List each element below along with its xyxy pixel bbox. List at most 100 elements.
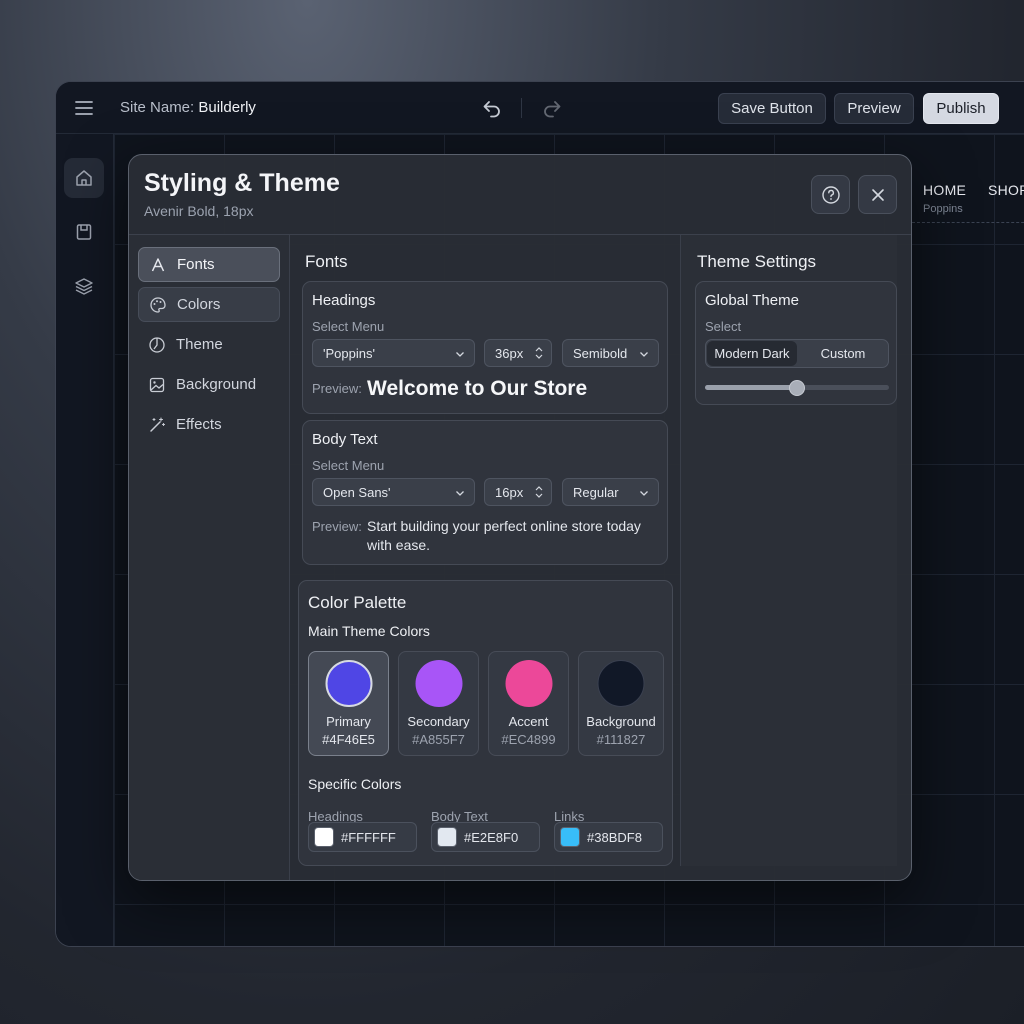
styling-theme-modal: Styling & Theme Avenir Bold, 18px Fonts bbox=[128, 154, 912, 881]
save-button[interactable]: Save Button bbox=[718, 93, 826, 124]
theme-icon bbox=[148, 336, 166, 354]
publish-button[interactable]: Publish bbox=[923, 93, 999, 124]
body-select-label: Select Menu bbox=[312, 458, 385, 473]
theme-settings-panel: Theme Settings Global Theme Select Moder… bbox=[680, 235, 897, 866]
nav-item-fonts[interactable]: Fonts bbox=[138, 247, 280, 282]
swatch-name: Primary bbox=[326, 714, 371, 729]
font-icon bbox=[149, 256, 167, 274]
swatch-color bbox=[415, 660, 462, 707]
stepper-icon bbox=[535, 486, 543, 498]
chevron-down-icon bbox=[456, 352, 464, 357]
theme-segmented-control: Modern Dark Custom bbox=[705, 339, 889, 368]
swatch-name: Accent bbox=[508, 714, 549, 729]
slider-fill bbox=[705, 385, 797, 390]
theme-settings-title: Theme Settings bbox=[697, 252, 817, 271]
specific-body-text-color-field[interactable]: #E2E8F0 bbox=[431, 822, 540, 852]
swatch-background[interactable]: Background #111827 bbox=[578, 651, 664, 756]
headings-font-size-stepper[interactable]: 36px bbox=[484, 339, 552, 367]
canvas-nav-home-font: Poppins bbox=[923, 203, 963, 215]
color-chip bbox=[437, 827, 457, 847]
menu-icon[interactable] bbox=[74, 98, 94, 118]
image-icon bbox=[148, 376, 166, 394]
side-rail bbox=[56, 134, 114, 946]
nav-item-label: Fonts bbox=[177, 256, 215, 273]
specific-headings-color-field[interactable]: #FFFFFF bbox=[308, 822, 417, 852]
nav-item-colors[interactable]: Colors bbox=[138, 287, 280, 322]
swatch-primary[interactable]: Primary #4F46E5 bbox=[308, 651, 389, 756]
swatch-hex: #EC4899 bbox=[501, 732, 556, 747]
nav-item-theme[interactable]: Theme bbox=[138, 327, 280, 362]
theme-option-custom[interactable]: Custom bbox=[798, 340, 888, 367]
specific-colors-title: Specific Colors bbox=[308, 776, 402, 792]
body-text-card: Body Text Select Menu Open Sans' 16px Re… bbox=[302, 420, 668, 565]
headings-font-family-value: 'Poppins' bbox=[323, 345, 375, 361]
toolbar-divider bbox=[521, 98, 522, 118]
rail-pages-button[interactable] bbox=[64, 212, 104, 252]
modal-title: Styling & Theme bbox=[144, 169, 340, 197]
modal-header: Styling & Theme Avenir Bold, 18px bbox=[129, 155, 911, 235]
color-palette-title: Color Palette bbox=[308, 593, 407, 612]
chevron-down-icon bbox=[640, 491, 648, 496]
nav-item-label: Theme bbox=[176, 336, 223, 353]
headings-font-weight-value: Semibold bbox=[573, 345, 628, 361]
page-icon bbox=[76, 224, 92, 240]
slider-thumb[interactable] bbox=[789, 380, 805, 396]
headings-font-weight-select[interactable]: Semibold bbox=[562, 339, 659, 367]
specific-links-hex: #38BDF8 bbox=[587, 829, 642, 845]
main-theme-colors-title: Main Theme Colors bbox=[308, 623, 430, 639]
nav-item-background[interactable]: Background bbox=[138, 367, 280, 402]
canvas-selection-outline bbox=[912, 222, 1024, 223]
home-icon bbox=[76, 170, 92, 186]
swatch-accent[interactable]: Accent #EC4899 bbox=[488, 651, 569, 756]
global-theme-card: Global Theme Select Modern Dark Custom bbox=[695, 281, 897, 405]
specific-links-color-field[interactable]: #38BDF8 bbox=[554, 822, 663, 852]
theme-option-modern-dark[interactable]: Modern Dark bbox=[707, 341, 797, 366]
nav-item-label: Background bbox=[176, 376, 257, 393]
body-font-family-select[interactable]: Open Sans' bbox=[312, 478, 475, 506]
global-theme-select-label: Select bbox=[705, 319, 742, 334]
nav-item-label: Effects bbox=[176, 416, 222, 433]
close-button[interactable] bbox=[858, 175, 897, 214]
preview-button[interactable]: Preview bbox=[834, 93, 914, 124]
headings-preview-text: Welcome to Our Store bbox=[367, 377, 588, 400]
rail-layers-button[interactable] bbox=[64, 266, 104, 306]
close-icon bbox=[871, 188, 884, 201]
headings-select-label: Select Menu bbox=[312, 319, 385, 334]
swatch-color bbox=[505, 660, 552, 707]
layers-icon bbox=[75, 278, 93, 295]
headings-font-family-select[interactable]: 'Poppins' bbox=[312, 339, 475, 367]
rail-home-button[interactable] bbox=[64, 158, 104, 198]
help-icon bbox=[821, 185, 840, 204]
swatch-name: Background bbox=[586, 714, 656, 729]
headings-title: Headings bbox=[312, 292, 376, 309]
magic-wand-icon bbox=[148, 416, 166, 434]
color-chip bbox=[314, 827, 334, 847]
body-preview-text: Start building your perfect online store… bbox=[367, 518, 641, 553]
swatch-hex: #A855F7 bbox=[412, 732, 465, 747]
swatch-hex: #111827 bbox=[596, 732, 646, 747]
headings-card: Headings Select Menu 'Poppins' 36px Semi… bbox=[302, 281, 668, 414]
color-palette-card: Color Palette Main Theme Colors Primary … bbox=[298, 580, 673, 866]
body-font-weight-value: Regular bbox=[573, 484, 619, 500]
help-button[interactable] bbox=[811, 175, 850, 214]
specific-headings-hex: #FFFFFF bbox=[341, 829, 396, 845]
nav-item-effects[interactable]: Effects bbox=[138, 407, 280, 442]
swatch-hex: #4F46E5 bbox=[322, 732, 375, 747]
redo-icon[interactable] bbox=[540, 96, 564, 120]
chevron-down-icon bbox=[456, 491, 464, 496]
fonts-panel: Fonts Headings Select Menu 'Poppins' 36p… bbox=[290, 235, 680, 880]
headings-font-size-value: 36px bbox=[495, 345, 524, 361]
canvas-nav-home[interactable]: HOME bbox=[923, 182, 966, 198]
swatch-secondary[interactable]: Secondary #A855F7 bbox=[398, 651, 479, 756]
canvas-nav-shop[interactable]: SHOP bbox=[988, 182, 1024, 198]
undo-icon[interactable] bbox=[480, 96, 504, 120]
headings-preview-label: Preview: bbox=[312, 381, 362, 396]
theme-slider[interactable] bbox=[705, 380, 889, 396]
site-name-label: Site Name: bbox=[120, 99, 199, 116]
top-bar: Site Name: Builderly Save Button Preview… bbox=[56, 82, 1024, 134]
site-name: Site Name: Builderly bbox=[120, 99, 256, 116]
body-font-size-stepper[interactable]: 16px bbox=[484, 478, 552, 506]
body-font-family-value: Open Sans' bbox=[323, 484, 391, 500]
body-font-weight-select[interactable]: Regular bbox=[562, 478, 659, 506]
swatch-color bbox=[597, 660, 645, 707]
